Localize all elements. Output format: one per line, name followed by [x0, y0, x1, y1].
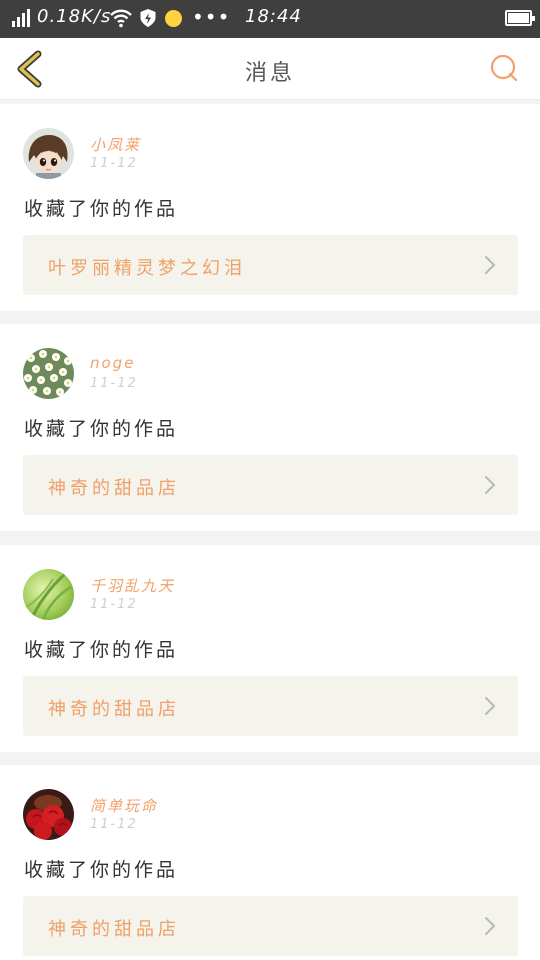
avatar[interactable]: [23, 569, 74, 620]
wifi-icon: [110, 9, 132, 28]
action-text: 收藏了你的作品: [24, 859, 179, 881]
work-title: 叶罗丽精灵梦之幻泪: [48, 258, 246, 279]
work-link[interactable]: 神奇的甜品店: [23, 455, 518, 515]
message-card: 小凤莱 11-12 收藏了你的作品 叶罗丽精灵梦之幻泪: [0, 104, 540, 311]
chevron-right-icon: [485, 256, 496, 274]
app-header: 消息: [0, 38, 540, 100]
more-notifications-icon: •••: [192, 5, 231, 29]
username[interactable]: 千羽乱九天: [90, 575, 175, 596]
message-card: 简单玩命 11-12 收藏了你的作品 神奇的甜品店: [0, 765, 540, 960]
action-text: 收藏了你的作品: [24, 639, 179, 661]
message-date: 11-12: [90, 376, 138, 391]
chevron-right-icon: [485, 697, 496, 715]
action-text: 收藏了你的作品: [24, 198, 179, 220]
avatar[interactable]: [23, 348, 74, 399]
username[interactable]: noge: [90, 354, 135, 372]
message-card: noge 11-12 收藏了你的作品 神奇的甜品店: [0, 324, 540, 531]
clock: 18:44: [245, 6, 302, 27]
search-icon[interactable]: [490, 54, 518, 82]
signal-icon: [12, 9, 34, 27]
shield-icon: [140, 9, 156, 27]
chevron-right-icon: [485, 476, 496, 494]
username[interactable]: 简单玩命: [90, 795, 158, 816]
username[interactable]: 小凤莱: [90, 134, 141, 155]
work-title: 神奇的甜品店: [48, 919, 180, 940]
message-date: 11-12: [90, 156, 138, 171]
message-date: 11-12: [90, 597, 138, 612]
work-title: 神奇的甜品店: [48, 478, 180, 499]
status-bar: 0.18K/s ••• 18:44: [0, 0, 540, 38]
action-text: 收藏了你的作品: [24, 418, 179, 440]
work-link[interactable]: 叶罗丽精灵梦之幻泪: [23, 235, 518, 295]
chevron-right-icon: [485, 917, 496, 935]
avatar[interactable]: [23, 128, 74, 179]
message-date: 11-12: [90, 817, 138, 832]
work-link[interactable]: 神奇的甜品店: [23, 676, 518, 736]
page-title: 消息: [244, 61, 295, 86]
battery-icon: [505, 10, 535, 26]
network-speed: 0.18K/s: [37, 6, 112, 27]
avatar[interactable]: [23, 789, 74, 840]
notification-dot-icon: [165, 10, 182, 27]
work-link[interactable]: 神奇的甜品店: [23, 896, 518, 956]
message-card: 千羽乱九天 11-12 收藏了你的作品 神奇的甜品店: [0, 545, 540, 752]
work-title: 神奇的甜品店: [48, 699, 180, 720]
